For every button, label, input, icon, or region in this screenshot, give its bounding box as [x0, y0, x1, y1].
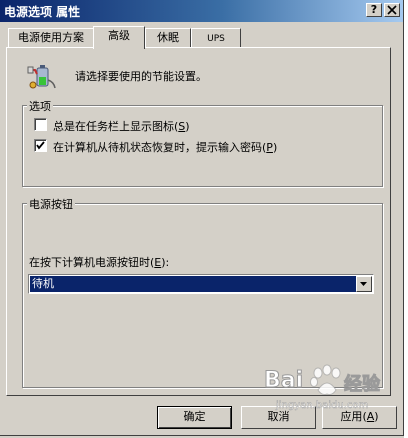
watermark-brand-suffix: 经验	[344, 374, 381, 396]
power-button-action-label: 在按下计算机电源按钮时(E):	[29, 256, 170, 269]
baidu-jingyan-watermark: Bai 经验 jingyan.baidu.com	[256, 356, 396, 416]
tab-label: 电源使用方案	[18, 31, 84, 44]
checkmark-icon	[36, 141, 45, 150]
background-strip	[404, 0, 408, 438]
advanced-tab-panel: 请选择要使用的节能设置。 选项 总是在任务栏上显示图标(S) 在计算机从待机状态…	[6, 47, 391, 396]
dropdown-button[interactable]	[356, 276, 372, 292]
prompt-password-label[interactable]: 在计算机从待机状态恢复时，提示输入密码(P)	[53, 139, 277, 155]
tab-ups[interactable]: UPS	[191, 28, 241, 47]
tab-advanced[interactable]: 高级	[93, 26, 145, 49]
intro-text: 请选择要使用的节能设置。	[75, 70, 207, 83]
power-button-group-legend: 电源按钮	[27, 196, 75, 212]
power-options-dialog: 电源选项 属性 ? 电源使用方案 高级 休眠 UPS 请选择要使用的节能设置。 …	[0, 0, 404, 436]
tab-hibernate[interactable]: 休眠	[145, 28, 191, 47]
show-tray-icon-label[interactable]: 总是在任务栏上显示图标(S)	[53, 118, 190, 134]
tab-label: 高级	[108, 29, 130, 42]
window-title: 电源选项 属性	[4, 5, 81, 19]
title-bar[interactable]: 电源选项 属性 ?	[0, 0, 403, 22]
close-button[interactable]	[384, 3, 400, 17]
watermark-url: jingyan.baidu.com	[276, 400, 369, 411]
options-group-legend: 选项	[27, 98, 53, 114]
watermark-brand: Bai	[263, 368, 304, 394]
prompt-password-checkbox[interactable]	[34, 139, 47, 152]
tab-power-schemes[interactable]: 电源使用方案	[8, 28, 94, 47]
tab-label: 休眠	[157, 31, 179, 44]
power-plug-battery-icon	[27, 60, 59, 95]
close-icon	[387, 5, 397, 15]
tab-label: UPS	[207, 34, 225, 44]
ok-button[interactable]: 确定	[157, 406, 232, 429]
show-tray-icon-checkbox[interactable]	[34, 118, 47, 131]
help-button[interactable]: ?	[366, 3, 382, 17]
select-current-value: 待机	[30, 276, 356, 292]
chevron-down-icon	[360, 282, 367, 286]
power-button-action-select[interactable]: 待机	[28, 274, 374, 294]
